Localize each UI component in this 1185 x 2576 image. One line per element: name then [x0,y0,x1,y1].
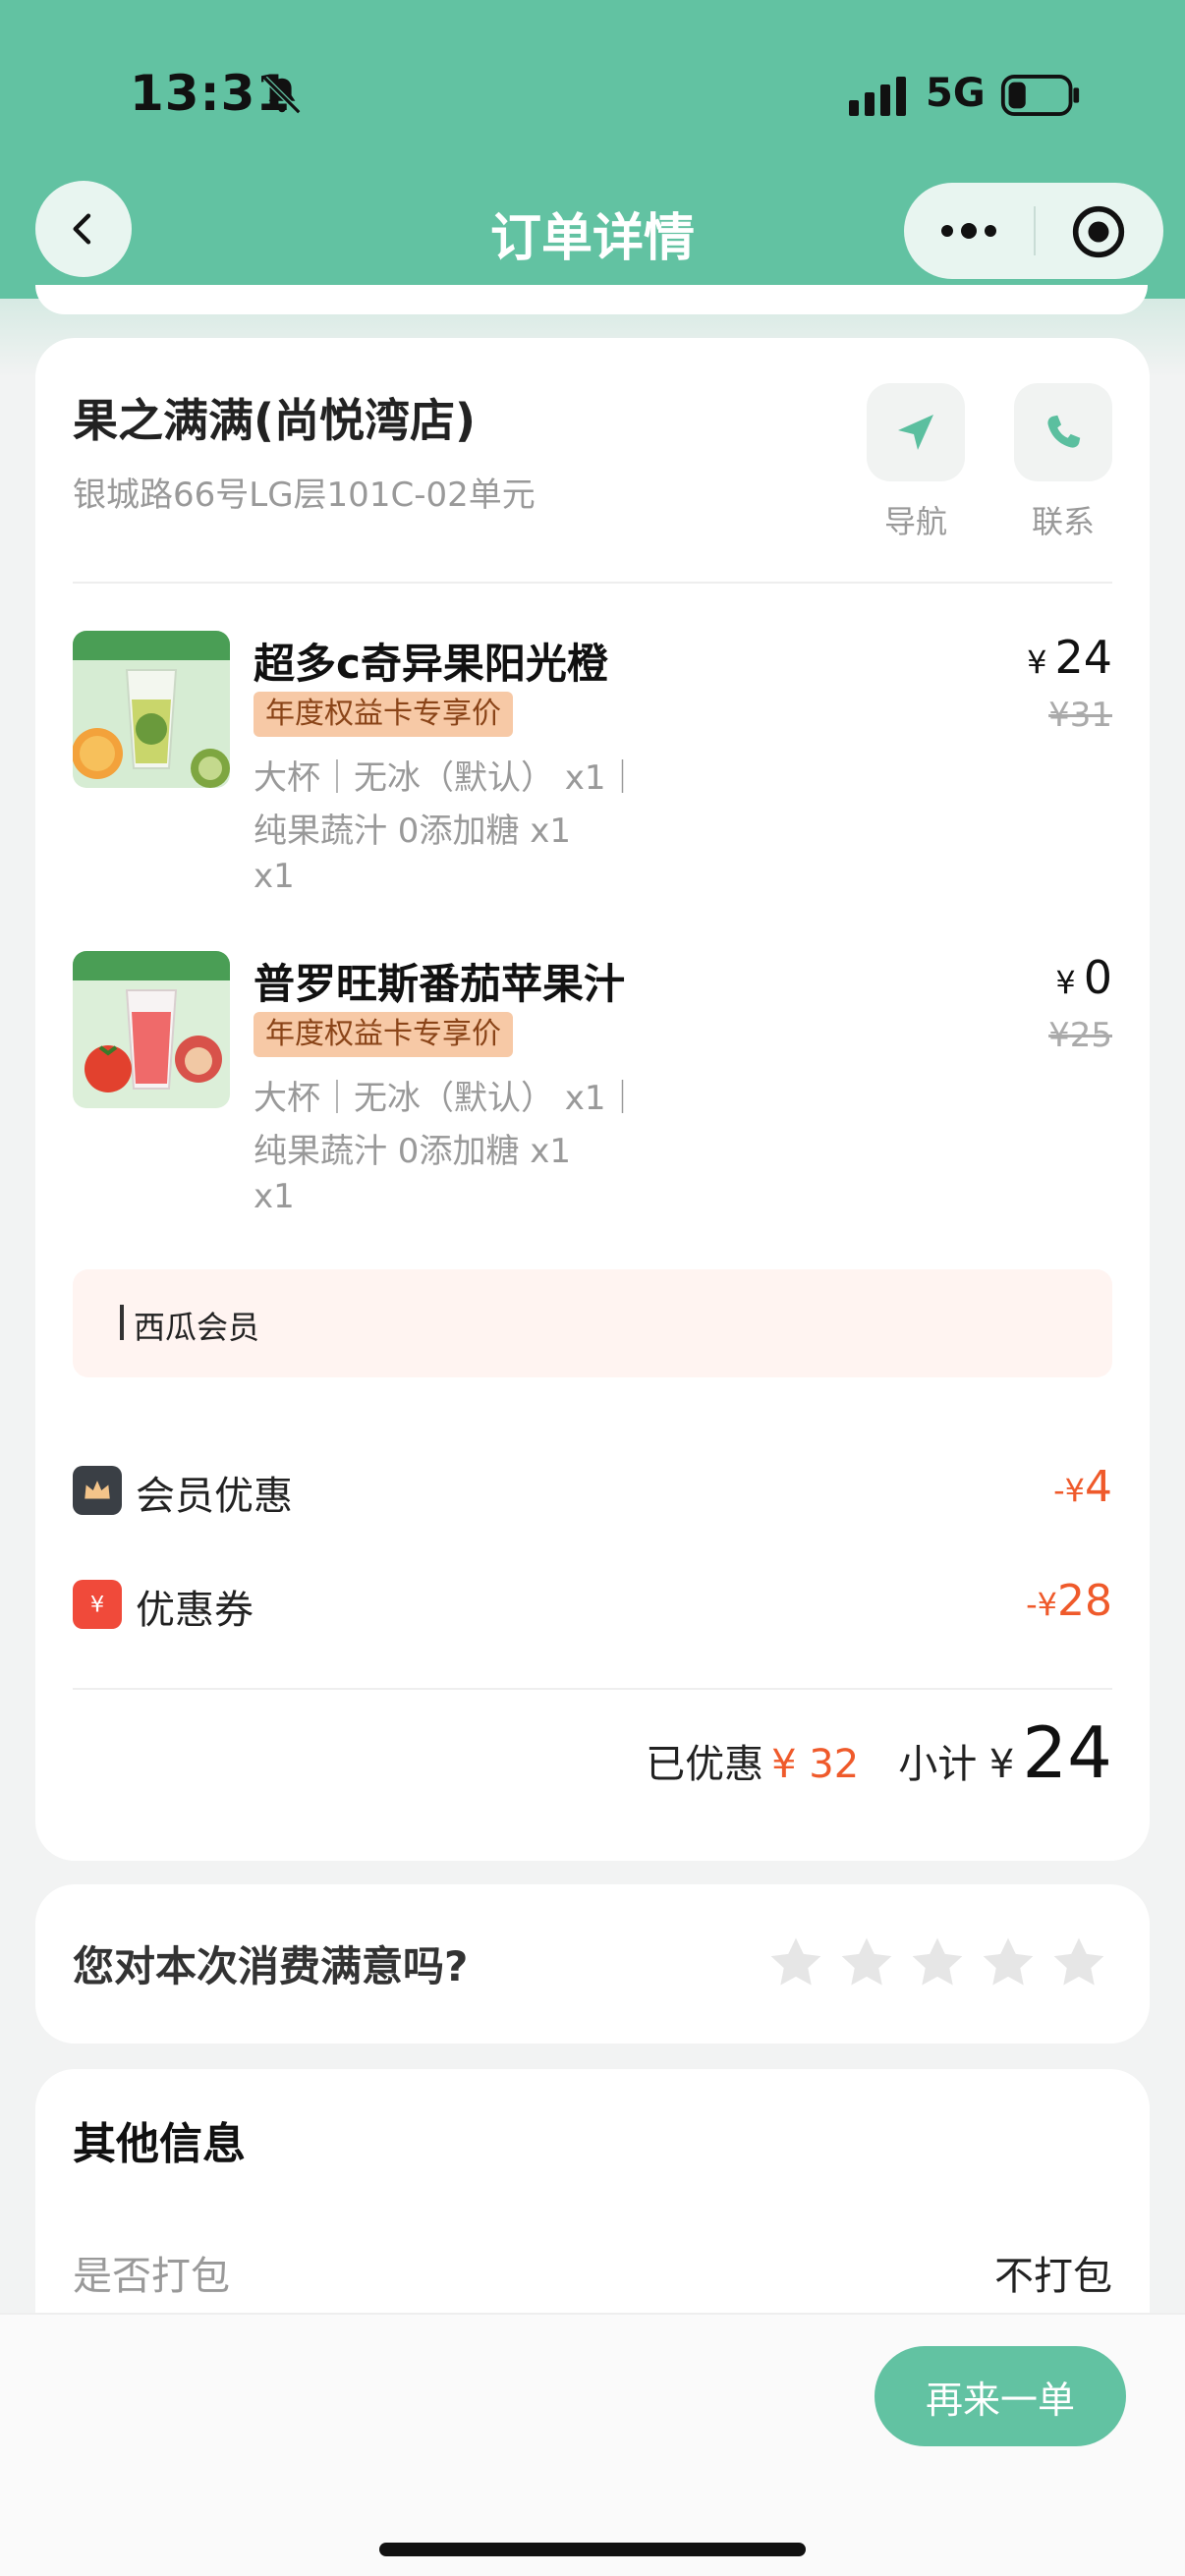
order-item: 普罗旺斯番茄苹果汁 年度权益卡专享价 大杯｜无冰（默认） x1｜ 纯果蔬汁 0添… [73,951,1112,1246]
battery-icon [1000,75,1080,116]
more-dots-icon [941,223,996,239]
close-target-icon[interactable] [1071,204,1126,259]
previous-card-edge [35,285,1148,314]
item-spec: 大杯｜无冰（默认） x1｜ [254,758,640,798]
contact-label: 联系 [1031,503,1095,540]
contact-button[interactable]: 联系 [1012,383,1114,542]
subtotal-label: 小计 ¥ [898,1742,1015,1787]
more-button[interactable] [930,206,1008,255]
store-name: 果之满满(尚悦湾店) [73,394,477,447]
miniprogram-capsule [904,183,1163,279]
divider [73,582,1112,584]
member-label: 西瓜会员 [134,1309,260,1346]
member-price-badge: 年度权益卡专享价 [254,692,513,737]
order-item: 超多c奇异果阳光橙 年度权益卡专享价 大杯｜无冰（默认） x1｜ 纯果蔬汁 0添… [73,631,1112,925]
item-spec: 大杯｜无冰（默认） x1｜ [254,1079,640,1118]
store-address: 银城路66号LG层101C-02单元 [73,476,536,515]
discount-label: 优惠券 [136,1588,254,1633]
saved-value: ¥ 32 [771,1742,860,1787]
discount-label: 会员优惠 [136,1474,293,1519]
star-icon[interactable] [1047,1932,1110,1994]
discount-amount: -¥4 [1053,1462,1112,1512]
packing-value: 不打包 [994,2254,1112,2299]
header: 13:31 5G 订单详情 [0,0,1185,299]
saved-label: 已优惠 [646,1742,764,1787]
home-indicator [379,2543,806,2556]
order-summary: 已优惠 ¥ 32 小计 ¥ 24 [646,1711,1112,1810]
capsule-divider [1034,206,1036,255]
navigate-label: 导航 [883,503,947,540]
item-price: ¥0 [1055,951,1112,1004]
divider [73,1688,1112,1690]
item-quantity: x1 [254,1177,295,1216]
item-quantity: x1 [254,857,295,896]
item-spec: 纯果蔬汁 0添加糖 x1 [254,1132,571,1171]
product-image [73,631,230,788]
svg-text:¥: ¥ [90,1593,104,1618]
star-icon[interactable] [906,1932,969,1994]
packing-row: 是否打包 不打包 [73,2244,1112,2301]
item-name: 普罗旺斯番茄苹果汁 [254,960,626,1008]
navigate-button[interactable]: 导航 [865,383,967,542]
member-info-bar[interactable]: 西瓜会员 [73,1269,1112,1377]
rating-card: 您对本次消费满意吗? [35,1884,1150,2044]
member-price-badge: 年度权益卡专享价 [254,1012,513,1057]
status-bar: 13:31 5G [0,0,1185,187]
other-info-title: 其他信息 [73,2119,246,2169]
item-name: 超多c奇异果阳光橙 [254,640,608,688]
item-spec: 纯果蔬汁 0添加糖 x1 [254,812,571,851]
reorder-button[interactable]: 再来一单 [875,2346,1126,2446]
item-original-price: ¥25 [1048,1016,1112,1055]
discount-row-member: 会员优惠 -¥4 [73,1460,1112,1519]
signal-icon [849,77,906,116]
order-card: 果之满满(尚悦湾店) 银城路66号LG层101C-02单元 导航 联系 超多c奇… [35,338,1150,1861]
product-image [73,951,230,1108]
navigation-arrow-icon [898,415,933,450]
network-type: 5G [926,71,986,116]
item-original-price: ¥31 [1048,696,1112,735]
rating-question: 您对本次消费满意吗? [73,1942,469,1990]
bell-muted-icon [262,76,302,115]
discount-row-coupon: ¥ 优惠券 -¥28 [73,1574,1112,1633]
star-icon[interactable] [977,1932,1040,1994]
star-icon[interactable] [835,1932,898,1994]
subtotal-value: 24 [1022,1711,1112,1794]
packing-label: 是否打包 [73,2254,230,2299]
phone-icon [1047,415,1081,448]
coupon-icon: ¥ [73,1580,122,1629]
star-icon[interactable] [764,1932,827,1994]
bottom-action-bar: 再来一单 [0,2313,1185,2576]
item-price: ¥24 [1027,631,1112,684]
crown-icon [73,1466,122,1515]
member-bar-accent [120,1305,124,1340]
discount-amount: -¥28 [1026,1576,1112,1626]
star-rating [764,1932,1110,1994]
